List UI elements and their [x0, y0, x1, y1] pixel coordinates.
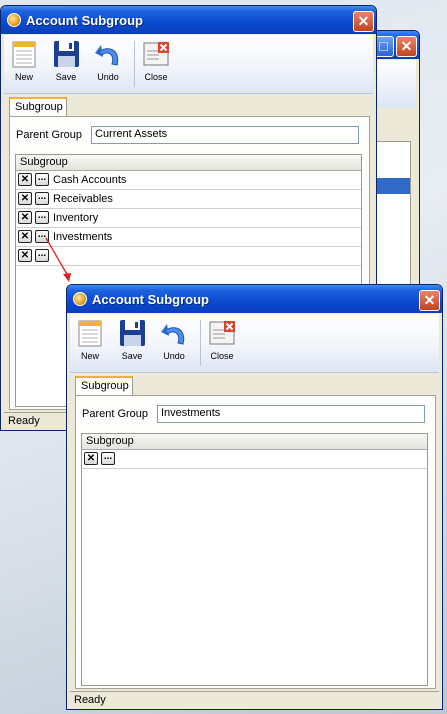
tab-panel: Parent Group Investments Subgroup ✕ ...: [75, 395, 436, 689]
toolbar-separator: [200, 320, 201, 366]
floppy-disk-icon: [117, 318, 147, 348]
window-title: Account Subgroup: [92, 292, 209, 307]
undo-arrow-icon: [159, 318, 189, 348]
toolbar: New Save Undo Close: [70, 314, 439, 373]
save-button[interactable]: Save: [113, 318, 151, 361]
new-button[interactable]: New: [71, 318, 109, 361]
new-label: New: [80, 351, 99, 361]
tab-label: Subgroup: [81, 380, 129, 392]
subgroup-grid: Subgroup ✕ ...: [81, 433, 428, 686]
close-button[interactable]: Close: [203, 318, 241, 361]
close-document-icon: [207, 318, 237, 348]
parent-group-field[interactable]: Investments: [157, 405, 425, 423]
front-window: Account Subgroup ✕ New Save Undo Close S…: [66, 284, 443, 710]
undo-button[interactable]: Undo: [155, 318, 193, 361]
table-row-new[interactable]: ✕ ...: [82, 450, 427, 469]
close-label: Close: [210, 351, 234, 361]
parent-group-label: Parent Group: [82, 408, 149, 420]
undo-label: Undo: [163, 351, 185, 361]
window-close-button[interactable]: ✕: [419, 290, 440, 311]
save-label: Save: [121, 351, 143, 361]
tab-subgroup[interactable]: Subgroup: [75, 376, 133, 396]
app-icon: [73, 292, 87, 306]
grid-header-subgroup: Subgroup: [82, 434, 427, 450]
client-area: Subgroup Parent Group Investments Subgro…: [70, 373, 439, 689]
delete-row-icon[interactable]: ✕: [84, 452, 98, 465]
ellipsis-icon[interactable]: ...: [101, 452, 115, 465]
front-window-titlebar: Account Subgroup ✕: [67, 285, 442, 313]
status-bar: Ready: [70, 691, 439, 709]
new-document-icon: [75, 318, 105, 348]
